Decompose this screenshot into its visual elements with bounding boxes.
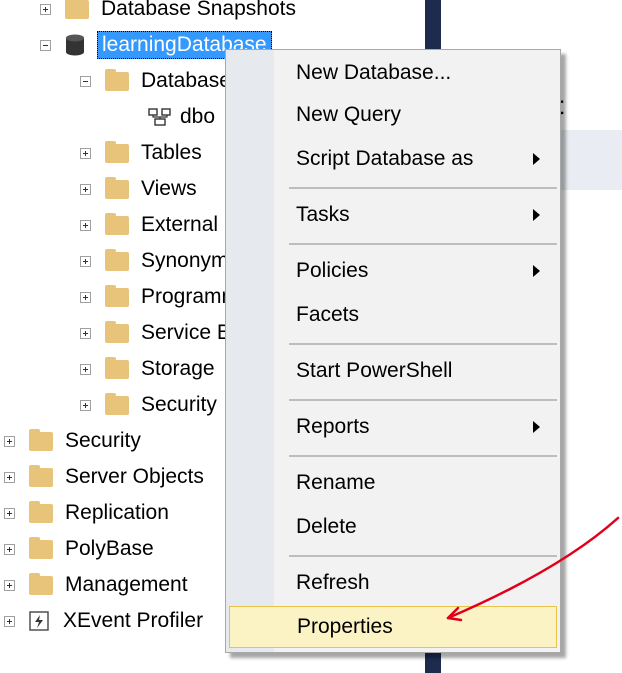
tree-node-management[interactable]: Management xyxy=(4,568,188,602)
menu-item-refresh[interactable]: Refresh xyxy=(229,562,557,604)
menu-separator xyxy=(289,399,557,401)
menu-item-policies[interactable]: Policies xyxy=(229,250,557,292)
expand-icon[interactable] xyxy=(40,3,51,15)
menu-separator xyxy=(289,455,557,457)
expand-icon[interactable] xyxy=(80,255,91,267)
expand-icon[interactable] xyxy=(80,183,91,195)
menu-item-new-database[interactable]: New Database... xyxy=(229,52,557,94)
menu-separator xyxy=(289,555,557,557)
tree-node-polybase[interactable]: PolyBase xyxy=(4,532,154,566)
tree-node-views[interactable]: Views xyxy=(80,172,197,206)
context-menu: New Database... New Query Script Databas… xyxy=(225,49,561,653)
folder-icon xyxy=(29,428,53,451)
expand-icon[interactable] xyxy=(4,579,15,591)
folder-icon xyxy=(105,356,129,379)
folder-icon xyxy=(105,320,129,343)
expand-icon[interactable] xyxy=(80,219,91,231)
menu-item-start-powershell[interactable]: Start PowerShell xyxy=(229,350,557,392)
expand-icon[interactable] xyxy=(4,435,15,447)
expand-icon[interactable] xyxy=(4,615,15,627)
folder-icon xyxy=(105,392,129,415)
tree-node-database-snapshots[interactable]: Database Snapshots xyxy=(40,0,296,26)
tree-node-xevent-profiler[interactable]: XEvent Profiler xyxy=(4,604,203,638)
submenu-arrow-icon xyxy=(533,153,540,165)
submenu-arrow-icon xyxy=(533,421,540,433)
menu-item-rename[interactable]: Rename xyxy=(229,462,557,504)
expand-icon[interactable] xyxy=(80,327,91,339)
menu-separator xyxy=(289,243,557,245)
schema-diagram-icon xyxy=(148,108,171,126)
tree-node-security[interactable]: Security xyxy=(4,424,141,458)
folder-icon xyxy=(105,212,129,235)
menu-item-facets[interactable]: Facets xyxy=(229,294,557,336)
menu-item-properties[interactable]: Properties xyxy=(229,606,557,648)
submenu-arrow-icon xyxy=(533,265,540,277)
tree-node-server-objects[interactable]: Server Objects xyxy=(4,460,204,494)
folder-icon xyxy=(105,140,129,163)
expand-icon[interactable] xyxy=(80,147,91,159)
submenu-arrow-icon xyxy=(533,209,540,221)
menu-separator xyxy=(289,343,557,345)
folder-icon xyxy=(105,176,129,199)
expand-icon[interactable] xyxy=(4,471,15,483)
menu-item-new-query[interactable]: New Query xyxy=(229,94,557,136)
collapse-icon[interactable] xyxy=(80,75,91,87)
tree-node-synonyms[interactable]: Synonyms xyxy=(80,244,239,278)
tree-node-replication[interactable]: Replication xyxy=(4,496,169,530)
tree-node-tables[interactable]: Tables xyxy=(80,136,202,170)
tree-node-storage[interactable]: Storage xyxy=(80,352,215,386)
expand-icon[interactable] xyxy=(80,291,91,303)
folder-icon xyxy=(29,464,53,487)
folder-icon xyxy=(29,536,53,559)
document-toolbar-strip xyxy=(560,130,622,190)
collapse-icon[interactable] xyxy=(40,39,51,51)
expand-icon[interactable] xyxy=(4,543,15,555)
menu-item-tasks[interactable]: Tasks xyxy=(229,194,557,236)
expand-icon[interactable] xyxy=(80,363,91,375)
menu-item-script-database-as[interactable]: Script Database as xyxy=(229,138,557,180)
expand-icon[interactable] xyxy=(4,507,15,519)
xevent-profiler-icon xyxy=(29,611,49,631)
folder-icon xyxy=(29,500,53,523)
menu-item-delete[interactable]: Delete xyxy=(229,506,557,548)
tree-node-db-security[interactable]: Security xyxy=(80,388,217,422)
tree-node-dbo[interactable]: dbo xyxy=(148,100,215,134)
folder-icon xyxy=(105,68,129,91)
folder-icon xyxy=(105,284,129,307)
expand-icon[interactable] xyxy=(80,399,91,411)
database-icon xyxy=(66,34,84,56)
folder-icon xyxy=(29,572,53,595)
folder-icon xyxy=(65,0,89,19)
menu-separator xyxy=(289,187,557,189)
menu-item-reports[interactable]: Reports xyxy=(229,406,557,448)
folder-icon xyxy=(105,248,129,271)
